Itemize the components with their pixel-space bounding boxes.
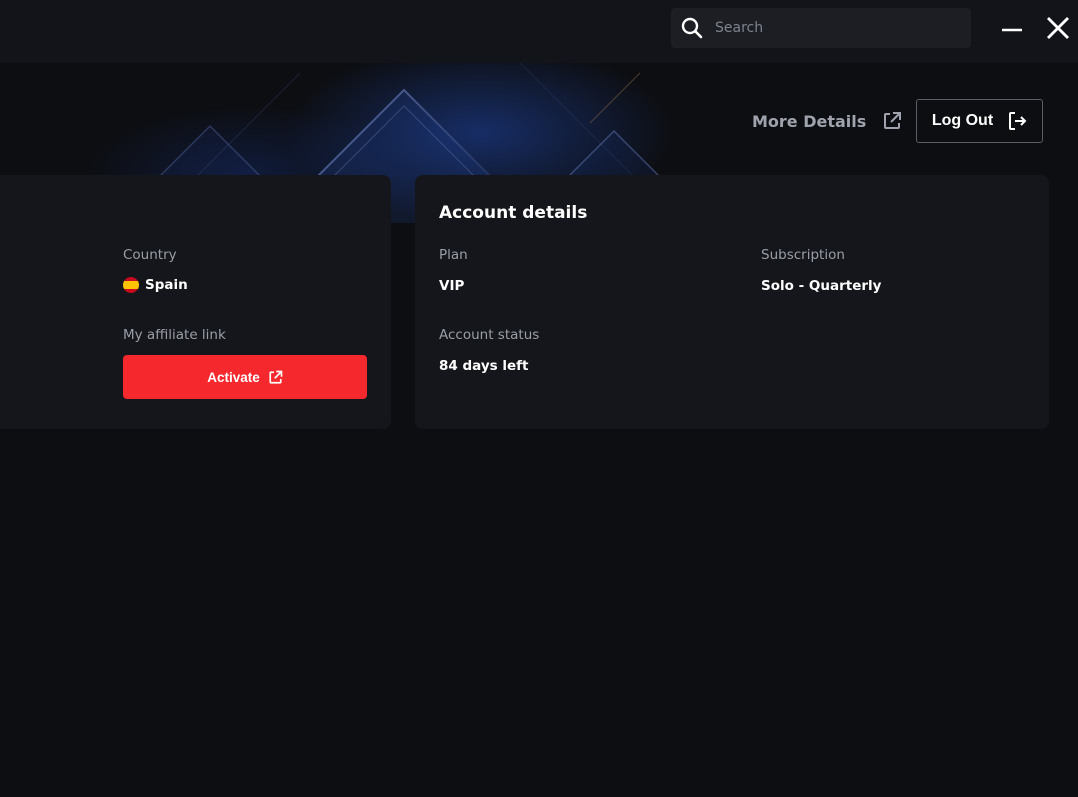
country-label: Country <box>123 247 177 263</box>
logout-label: Log Out <box>931 112 994 129</box>
search-box[interactable] <box>671 8 971 48</box>
activate-button[interactable]: Activate <box>123 355 367 399</box>
plan-label: Plan <box>439 247 468 263</box>
account-status-value: 84 days left <box>439 358 529 374</box>
search-input[interactable] <box>715 8 965 48</box>
minimize-button[interactable] <box>999 14 1025 42</box>
more-details-label: More Details <box>752 111 867 131</box>
logout-button[interactable]: Log Out <box>916 99 1043 143</box>
account-details-card: Account details Plan VIP Subscription So… <box>415 175 1049 429</box>
account-status-label: Account status <box>439 327 540 343</box>
spain-flag-icon <box>123 277 139 293</box>
subscription-label: Subscription <box>761 247 845 263</box>
close-icon <box>1047 17 1069 39</box>
minimize-icon <box>1002 28 1022 32</box>
affiliate-link-label: My affiliate link <box>123 327 226 343</box>
country-value: Spain <box>123 277 188 293</box>
more-details-link[interactable]: More Details <box>752 106 902 136</box>
account-details-title: Account details <box>439 203 588 223</box>
subscription-value: Solo - Quarterly <box>761 278 882 294</box>
plan-value: VIP <box>439 278 465 294</box>
profile-card: Country Spain My affiliate link Activate <box>0 175 391 429</box>
external-link-icon <box>884 112 902 129</box>
activate-label: Activate <box>207 369 260 385</box>
search-icon <box>681 17 703 39</box>
country-name: Spain <box>145 277 188 293</box>
close-button[interactable] <box>1045 14 1071 42</box>
external-link-icon <box>269 370 283 384</box>
logout-icon <box>1009 112 1027 130</box>
